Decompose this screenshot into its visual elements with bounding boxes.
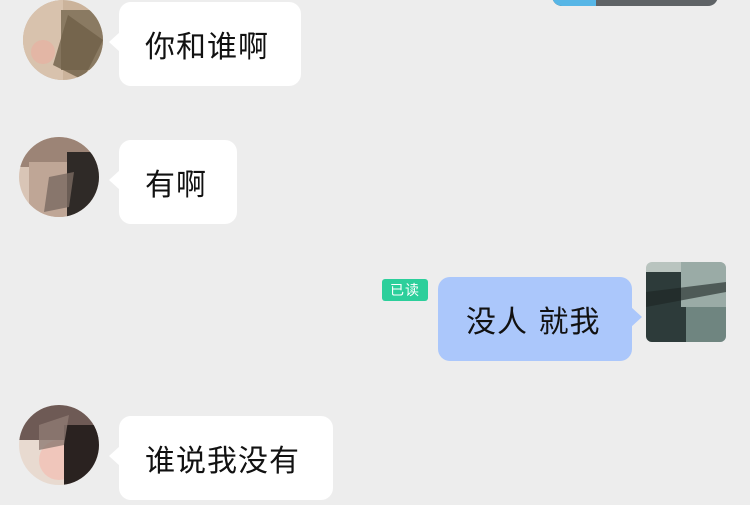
- message-bubble-incoming[interactable]: 你和谁啊: [109, 2, 301, 86]
- status-pill-accent: [552, 0, 596, 6]
- top-status-pill[interactable]: [552, 0, 718, 6]
- message-text: 没人 就我: [466, 305, 601, 340]
- message-text: 你和谁啊: [145, 30, 269, 65]
- avatar-image: [19, 137, 99, 217]
- avatar-contact[interactable]: [23, 0, 103, 80]
- avatar-self[interactable]: [646, 262, 726, 342]
- message-bubble-incoming[interactable]: 谁说我没有: [109, 416, 333, 500]
- avatar-contact[interactable]: [19, 137, 99, 217]
- message-bubble-incoming[interactable]: 有啊: [109, 140, 237, 224]
- message-text: 有啊: [145, 168, 207, 203]
- read-status-text: 已读: [390, 283, 420, 299]
- avatar-image: [19, 405, 99, 485]
- message-bubble-outgoing[interactable]: 没人 就我: [438, 277, 642, 361]
- read-status-badge: 已读: [382, 279, 428, 301]
- avatar-image: [23, 0, 103, 80]
- avatar-contact[interactable]: [19, 405, 99, 485]
- message-text: 谁说我没有: [145, 444, 300, 479]
- avatar-image: [646, 262, 726, 342]
